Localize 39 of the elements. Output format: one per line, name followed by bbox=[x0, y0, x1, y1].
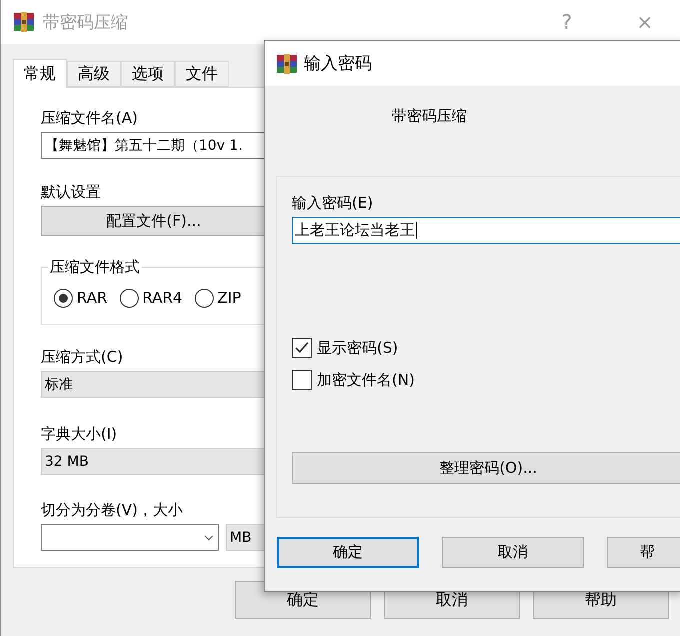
radio-button[interactable] bbox=[54, 288, 73, 308]
radio-label: RAR bbox=[77, 289, 108, 307]
method-dropdown[interactable]: 标准 bbox=[41, 371, 266, 398]
field-label: 输入密码(E) bbox=[292, 193, 374, 213]
checkbox-label: 显示密码(S) bbox=[317, 338, 398, 358]
radio-label: ZIP bbox=[218, 289, 242, 307]
dialog-subtitle: 带密码压缩 bbox=[392, 106, 467, 126]
tab[interactable]: 常规 bbox=[13, 59, 67, 88]
checkmark-icon bbox=[295, 342, 309, 354]
tab[interactable]: 文件 bbox=[175, 61, 229, 87]
filename-field[interactable]: 【舞魅馆】第五十二期（10v 1. bbox=[41, 132, 266, 159]
password-field[interactable]: 上老王论坛当老王 bbox=[292, 217, 680, 244]
dialog-button[interactable]: 帮 bbox=[607, 537, 680, 568]
volume-size-combo[interactable] bbox=[41, 524, 219, 551]
field-label: 压缩文件名(A) bbox=[41, 108, 139, 128]
section-label: 默认设置 bbox=[41, 182, 102, 202]
dialog-button[interactable]: 取消 bbox=[442, 537, 584, 568]
profiles-button[interactable]: 配置文件(F)... bbox=[41, 206, 266, 236]
window-title: 带密码压缩 bbox=[43, 12, 129, 34]
field-label: 切分为分卷(V)，大小 bbox=[41, 500, 184, 520]
archive-books-icon bbox=[13, 11, 35, 33]
field-label: 字典大小(I) bbox=[41, 424, 118, 444]
group-label: 压缩文件格式 bbox=[48, 257, 142, 277]
checkbox[interactable] bbox=[292, 338, 312, 358]
chevron-down-icon bbox=[204, 534, 214, 540]
archive-books-icon bbox=[276, 52, 298, 74]
radio-button[interactable] bbox=[194, 288, 214, 308]
field-label: 压缩方式(C) bbox=[41, 347, 124, 367]
checkbox-label: 加密文件名(N) bbox=[317, 370, 415, 390]
checkbox[interactable] bbox=[292, 370, 312, 390]
dictionary-dropdown[interactable]: 32 MB bbox=[41, 448, 266, 475]
tab[interactable]: 选项 bbox=[121, 61, 175, 87]
dialog-button[interactable]: 确定 bbox=[277, 537, 419, 568]
organize-passwords-button[interactable]: 整理密码(O)... bbox=[292, 452, 680, 484]
unit-dropdown[interactable]: MB bbox=[226, 524, 266, 551]
radio-label: RAR4 bbox=[142, 289, 183, 307]
dialog-title: 输入密码 bbox=[304, 53, 373, 75]
radio-button[interactable] bbox=[120, 288, 138, 308]
tab[interactable]: 高级 bbox=[67, 61, 121, 87]
